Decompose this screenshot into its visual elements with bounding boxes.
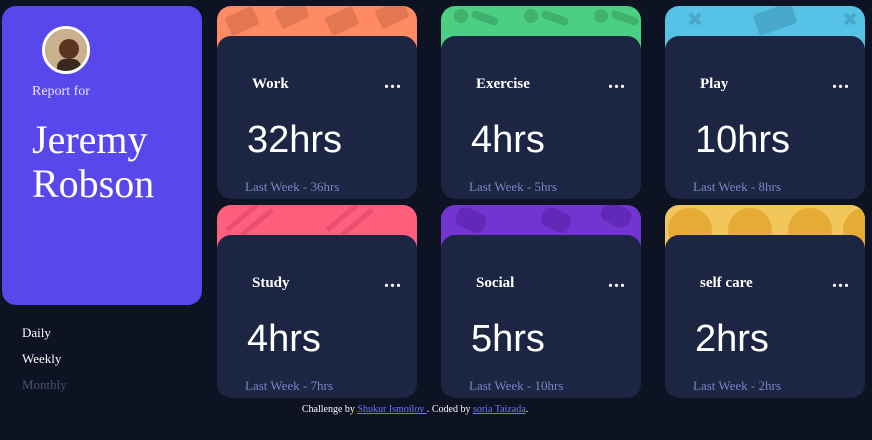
card-exercise: Exercise ... 4hrs Last Week - 5hrs [441, 6, 641, 199]
card-hours: 5hrs [471, 318, 545, 360]
card-hours: 10hrs [695, 119, 791, 161]
attribution-footer: Challenge by Shukur Ismoilov . Coded by … [0, 404, 830, 415]
footer-prefix: Challenge by [301, 404, 355, 415]
card-study: Study ... 4hrs Last Week - 7hrs [217, 205, 417, 398]
card-panel[interactable]: Work ... 32hrs Last Week - 36hrs [217, 36, 417, 199]
author2-link[interactable]: soria Taizada [473, 404, 526, 415]
profile-panel: Report for Jeremy Robson [2, 6, 202, 305]
card-previous: Last Week - 36hrs [245, 179, 340, 194]
card-hours: 4hrs [471, 119, 545, 161]
card-panel[interactable]: Exercise ... 4hrs Last Week - 5hrs [441, 36, 641, 199]
profile-card: Report for Jeremy Robson [2, 6, 202, 305]
ellipsis-icon[interactable]: ... [384, 72, 402, 92]
card-panel[interactable]: Play ... 10hrs Last Week - 8hrs [665, 36, 865, 199]
card-hours: 4hrs [247, 318, 321, 360]
card-previous: Last Week - 5hrs [469, 179, 557, 194]
footer-suffix: . [525, 404, 529, 415]
card-panel[interactable]: self care ... 2hrs Last Week - 2hrs [665, 235, 865, 398]
card-self-care: self care ... 2hrs Last Week - 2hrs [665, 205, 865, 398]
ellipsis-icon[interactable]: ... [608, 72, 626, 92]
ellipsis-icon[interactable]: ... [608, 271, 626, 291]
card-title: Study [252, 275, 290, 291]
card-hours: 2hrs [695, 318, 769, 360]
card-work: Work ... 32hrs Last Week - 36hrs [217, 6, 417, 199]
ellipsis-icon[interactable]: ... [832, 271, 850, 291]
card-hours: 32hrs [247, 119, 343, 161]
timeframe-weekly[interactable]: Weekly [22, 346, 67, 372]
ellipsis-icon[interactable]: ... [832, 72, 850, 92]
card-panel[interactable]: Study ... 4hrs Last Week - 7hrs [217, 235, 417, 398]
card-title: Social [476, 275, 515, 291]
card-previous: Last Week - 7hrs [245, 378, 333, 393]
timeframe-monthly[interactable]: Monthly [22, 372, 67, 398]
report-for-label: Report for [32, 84, 90, 99]
card-title: Exercise [476, 76, 530, 92]
card-title: Work [252, 76, 289, 92]
timeframe-selector: Daily Weekly Monthly [22, 320, 67, 398]
timeframe-daily[interactable]: Daily [22, 320, 67, 346]
card-panel[interactable]: Social ... 5hrs Last Week - 10hrs [441, 235, 641, 398]
card-title: self care [700, 275, 753, 291]
profile-name: Jeremy Robson [32, 117, 155, 206]
footer-middle: . Coded by [426, 404, 471, 415]
card-play: Play ... 10hrs Last Week - 8hrs [665, 6, 865, 199]
ellipsis-icon[interactable]: ... [384, 271, 402, 291]
card-title: Play [700, 76, 729, 92]
card-previous: Last Week - 2hrs [693, 378, 781, 393]
avatar [42, 26, 90, 74]
card-previous: Last Week - 10hrs [469, 378, 564, 393]
author1-link[interactable]: Shukur Ismoilov [357, 404, 426, 415]
card-previous: Last Week - 8hrs [693, 179, 781, 194]
card-social: Social ... 5hrs Last Week - 10hrs [441, 205, 641, 398]
